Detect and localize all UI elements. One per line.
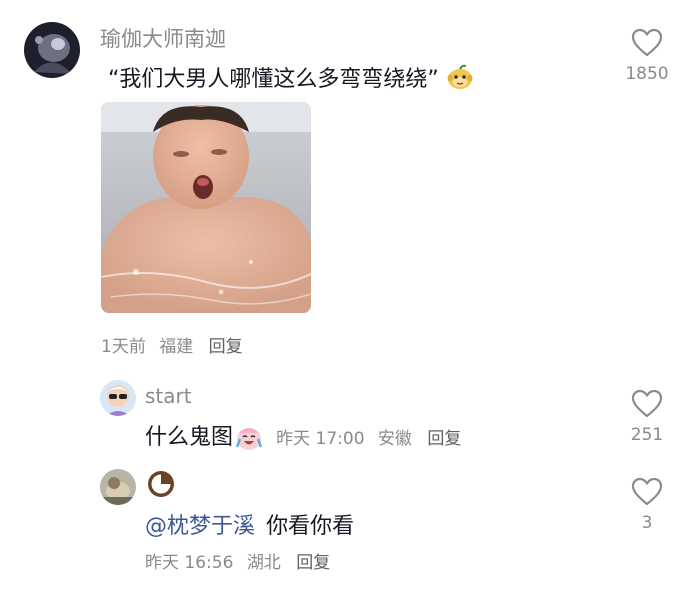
mention-link[interactable]: @枕梦于溪 <box>145 514 255 539</box>
heart-outline-icon <box>631 28 663 57</box>
heart-outline-icon <box>631 477 663 506</box>
avatar[interactable] <box>24 22 80 78</box>
reply-item: @枕梦于溪 你看你看 昨天 16:56 湖北 回复 3 <box>0 465 690 590</box>
like-button[interactable]: 3 <box>619 477 675 533</box>
comment-time: 1天前 <box>101 337 146 357</box>
reply-body: @枕梦于溪 你看你看 <box>145 508 354 540</box>
comment-text: “我们大男人哪懂这么多弯弯绕绕” <box>108 61 474 97</box>
crying-laughing-emoji-icon <box>235 425 263 455</box>
reply-location: 安徽 <box>377 429 412 449</box>
reply-body: 什么鬼图 昨天 17:00 安徽 回复 <box>145 419 461 455</box>
comment-meta: 1天前 福建 回复 <box>101 332 243 357</box>
comment-item: 瑜伽大师南迦 “我们大男人哪懂这么多弯弯绕绕” 1天前 福建 回复 1850 <box>0 0 690 370</box>
heart-outline-icon <box>631 389 663 418</box>
like-button[interactable]: 1850 <box>619 28 675 84</box>
reply-meta: 昨天 16:56 湖北 回复 <box>145 548 330 573</box>
reply-time: 昨天 17:00 <box>276 429 365 449</box>
comment-location: 福建 <box>159 337 194 357</box>
avatar[interactable] <box>100 469 136 505</box>
reply-text: 什么鬼图 <box>145 425 234 450</box>
comment-text-content: “我们大男人哪懂这么多弯弯绕绕” <box>108 67 439 92</box>
monkey-face-emoji-icon <box>446 63 474 97</box>
reply-username[interactable]: start <box>145 384 192 408</box>
reply-button[interactable]: 回复 <box>296 553 330 573</box>
like-count: 3 <box>641 513 653 533</box>
reply-meta: 昨天 17:00 安徽 回复 <box>276 429 461 449</box>
like-count: 1850 <box>625 64 669 84</box>
reply-button[interactable]: 回复 <box>427 429 461 449</box>
reply-location: 湖北 <box>246 553 281 573</box>
reply-time: 昨天 16:56 <box>145 553 234 573</box>
reply-item: start 什么鬼图 昨天 17:00 安徽 回复 251 <box>0 375 690 465</box>
like-button[interactable]: 251 <box>619 389 675 445</box>
reply-text: 你看你看 <box>266 514 355 539</box>
comment-image[interactable] <box>101 102 311 313</box>
avatar[interactable] <box>100 380 136 416</box>
reply-button[interactable]: 回复 <box>209 337 243 357</box>
like-count: 251 <box>630 425 664 445</box>
comment-username[interactable]: 瑜伽大师南迦 <box>100 23 226 53</box>
coconut-icon <box>146 469 176 503</box>
